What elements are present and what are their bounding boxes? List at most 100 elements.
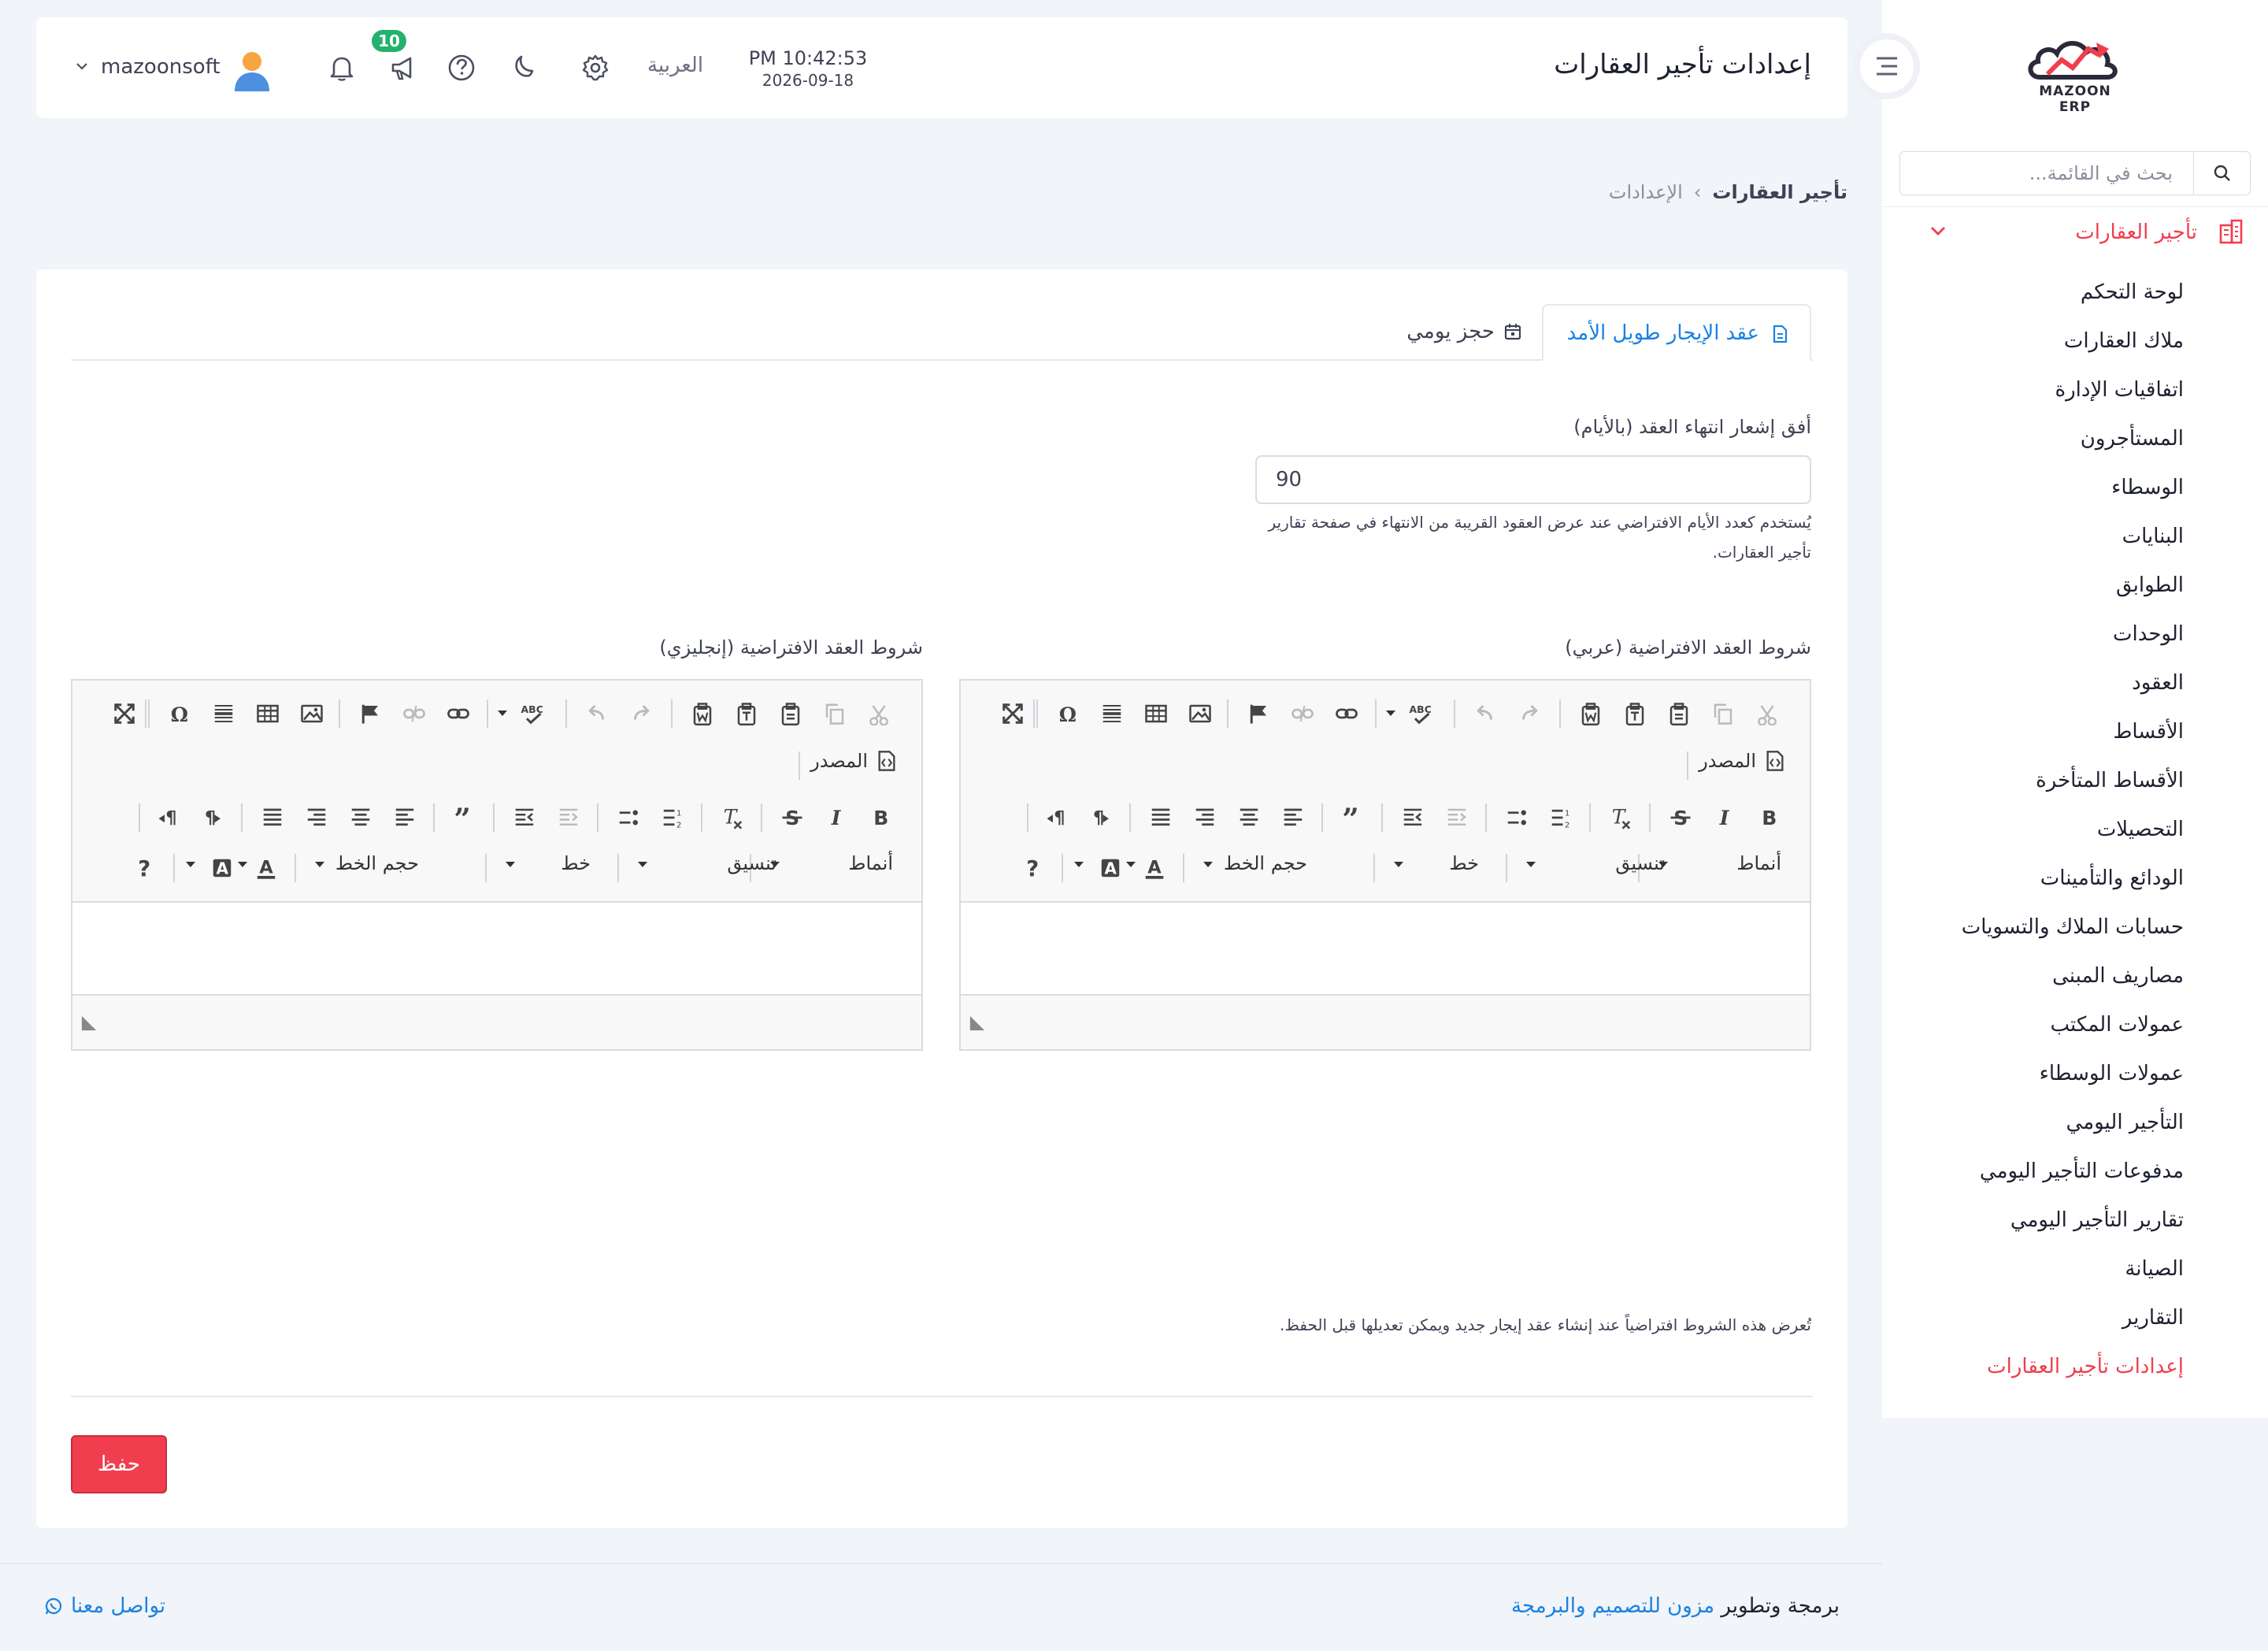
align-left-button[interactable]: [1276, 800, 1310, 835]
username[interactable]: mazoonsoft: [101, 55, 220, 79]
rtl-button[interactable]: ¶: [151, 800, 186, 835]
font-size-dropdown[interactable]: حجم الخط: [1224, 852, 1307, 874]
justify-button[interactable]: [255, 800, 290, 835]
sidebar-section-property-rental[interactable]: تأجير العقارات: [1929, 214, 2244, 255]
source-button[interactable]: المصدر: [1699, 750, 1786, 772]
dropdown-arrow-icon[interactable]: [1203, 862, 1213, 867]
tab-daily-booking[interactable]: حجز يومي: [1375, 304, 1542, 361]
announcements-button[interactable]: [383, 47, 424, 88]
paste-text-button[interactable]: [1618, 696, 1652, 731]
copy-button[interactable]: [1706, 696, 1740, 731]
sidebar-item-floors[interactable]: الطوابق: [2116, 573, 2184, 597]
breadcrumb-current[interactable]: تأجير العقارات: [1712, 181, 1847, 203]
footer-brand-link[interactable]: مزون للتصميم والبرمجة: [1511, 1594, 1714, 1618]
sidebar-search-button[interactable]: [2193, 152, 2250, 195]
align-right-button[interactable]: [299, 800, 334, 835]
indent-button[interactable]: [1395, 800, 1430, 835]
redo-button[interactable]: [1512, 696, 1547, 731]
sidebar-search-input[interactable]: [1900, 152, 2192, 195]
dropdown-arrow-icon[interactable]: [506, 862, 515, 867]
outdent-button[interactable]: [551, 800, 586, 835]
text-color-button[interactable]: A: [249, 851, 284, 885]
numbered-list-button[interactable]: 12: [1544, 800, 1578, 835]
notifications-button[interactable]: [321, 47, 362, 88]
sidebar-item-buildings[interactable]: البنايات: [2122, 525, 2184, 548]
sidebar-item-dashboard[interactable]: لوحة التحكم: [2081, 280, 2184, 304]
ltr-button[interactable]: ¶: [195, 800, 230, 835]
strike-button[interactable]: S: [775, 800, 810, 835]
cut-button[interactable]: [862, 696, 896, 731]
strike-button[interactable]: S: [1663, 800, 1698, 835]
menu-toggle-button[interactable]: [1854, 33, 1920, 99]
link-button[interactable]: [1329, 696, 1364, 731]
image-button[interactable]: [295, 696, 329, 731]
align-left-button[interactable]: [387, 800, 422, 835]
spellcheck-button[interactable]: ABC: [1402, 696, 1436, 731]
sidebar-item-installments[interactable]: الأقساط: [2113, 720, 2184, 744]
paste-text-button[interactable]: [729, 696, 764, 731]
dropdown-arrow-icon[interactable]: [1386, 710, 1395, 716]
remove-format-button[interactable]: T: [1603, 800, 1638, 835]
dark-mode-toggle[interactable]: [504, 47, 545, 88]
format-dropdown[interactable]: تنسيق: [1615, 852, 1665, 874]
dropdown-arrow-icon[interactable]: [1394, 862, 1403, 867]
font-dropdown[interactable]: خط: [561, 852, 591, 874]
sidebar-item-reports[interactable]: التقارير: [2122, 1306, 2184, 1330]
link-button[interactable]: [441, 696, 476, 731]
redo-button[interactable]: [624, 696, 658, 731]
help-button[interactable]: [441, 47, 482, 88]
language-switch[interactable]: العربية: [647, 54, 703, 77]
maximize-button[interactable]: [107, 696, 142, 731]
bold-button[interactable]: B: [1751, 800, 1786, 835]
tab-long-term-lease[interactable]: عقد الإيجار طويل الأمد: [1542, 304, 1811, 361]
sidebar-item-rental-settings[interactable]: إعدادات تأجير العقارات: [1987, 1355, 2184, 1378]
special-char-button[interactable]: Ω: [1051, 696, 1085, 731]
anchor-flag-button[interactable]: [353, 696, 387, 731]
save-button[interactable]: حفظ: [71, 1435, 167, 1493]
expiry-horizon-input[interactable]: [1255, 455, 1811, 504]
undo-button[interactable]: [1468, 696, 1503, 731]
source-button[interactable]: المصدر: [810, 750, 898, 772]
paste-button[interactable]: [773, 696, 808, 731]
blockquote-button[interactable]: ”: [1336, 800, 1370, 835]
sidebar-item-management-agreements[interactable]: اتفاقيات الإدارة: [2055, 378, 2184, 402]
breadcrumb-parent[interactable]: الإعدادات: [1609, 181, 1683, 203]
sidebar-item-office-commissions[interactable]: عمولات المكتب: [2051, 1013, 2184, 1037]
footer-contact-link[interactable]: تواصل معنا: [44, 1594, 165, 1618]
italic-button[interactable]: I: [1707, 800, 1742, 835]
cut-button[interactable]: [1750, 696, 1784, 731]
undo-button[interactable]: [580, 696, 614, 731]
dropdown-arrow-icon[interactable]: [498, 710, 507, 716]
styles-dropdown[interactable]: أنماط: [848, 852, 893, 874]
dropdown-arrow-icon[interactable]: [1526, 862, 1536, 867]
resize-handle-icon[interactable]: [969, 1015, 986, 1032]
editor-content-area[interactable]: [961, 903, 1810, 1219]
sidebar-item-collections[interactable]: التحصيلات: [2097, 818, 2184, 841]
outdent-button[interactable]: [1440, 800, 1474, 835]
sidebar-item-maintenance[interactable]: الصيانة: [2125, 1257, 2184, 1281]
sidebar-item-broker-commissions[interactable]: عمولات الوسطاء: [2040, 1062, 2184, 1085]
horizontal-line-button[interactable]: [206, 696, 241, 731]
bg-color-button[interactable]: A: [205, 851, 239, 885]
align-right-button[interactable]: [1188, 800, 1222, 835]
unlink-button[interactable]: [397, 696, 432, 731]
dropdown-arrow-icon[interactable]: [1074, 862, 1084, 867]
sidebar-item-units[interactable]: الوحدات: [2113, 622, 2184, 646]
mazoon-erp-logo[interactable]: MAZOON ERP: [2024, 32, 2126, 115]
italic-button[interactable]: I: [819, 800, 854, 835]
unlink-button[interactable]: [1285, 696, 1320, 731]
font-dropdown[interactable]: خط: [1449, 852, 1479, 874]
justify-button[interactable]: [1143, 800, 1178, 835]
editor-content-area[interactable]: [72, 903, 921, 1219]
blockquote-button[interactable]: ”: [447, 800, 482, 835]
bg-color-button[interactable]: A: [1093, 851, 1128, 885]
sidebar-item-property-owners[interactable]: ملاك العقارات: [2064, 329, 2184, 353]
dropdown-arrow-icon[interactable]: [186, 862, 195, 867]
ltr-button[interactable]: ¶: [1084, 800, 1118, 835]
dropdown-arrow-icon[interactable]: [638, 862, 647, 867]
sidebar-item-daily-rental[interactable]: التأجير اليومي: [2066, 1111, 2184, 1134]
anchor-flag-button[interactable]: [1241, 696, 1276, 731]
dropdown-arrow-icon[interactable]: [315, 862, 324, 867]
bold-button[interactable]: B: [863, 800, 898, 835]
image-button[interactable]: [1183, 696, 1217, 731]
